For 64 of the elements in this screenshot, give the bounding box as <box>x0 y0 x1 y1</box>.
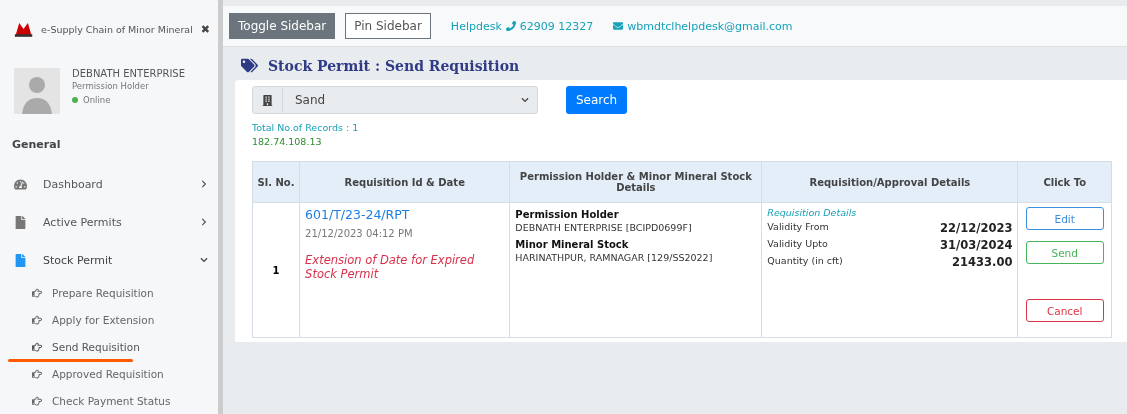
menu-item[interactable]: Stock Permit <box>0 241 218 279</box>
row-number: 1 <box>272 264 280 276</box>
submenu-item[interactable]: Approved Requisition <box>0 360 218 387</box>
status-text: Online <box>83 95 111 105</box>
hand-pointer-icon <box>32 287 42 298</box>
brand-title: e-Supply Chain of Minor Mineral <box>41 23 193 35</box>
close-icon[interactable]: ✖ <box>200 22 210 36</box>
ip-address: 182.74.108.13 <box>252 136 323 147</box>
detail-value: 22/12/2023 <box>940 221 1013 235</box>
phone-icon <box>505 21 516 31</box>
building-icon <box>262 94 273 106</box>
requisition-note: Extension of Date for Expired Stock Permit <box>305 253 476 281</box>
column-header: Permission Holder & Minor Mineral Stock Details <box>509 161 762 203</box>
hand-pointer-icon <box>32 341 42 352</box>
menu-item[interactable]: Active Permits <box>0 203 218 241</box>
pin-button[interactable]: Pin Sidebar <box>345 13 431 39</box>
detail-label: Validity Upto <box>767 238 828 251</box>
chevron-down-icon <box>521 96 529 104</box>
hand-pointer-icon <box>32 314 42 325</box>
records-count: Total No.of Records : 1 <box>252 122 360 133</box>
stock-label: Minor Mineral Stock <box>515 239 630 250</box>
tag-icon <box>241 57 258 74</box>
stock-value: HARINATHPUR, RAMNAGAR [129/SS2022] <box>515 252 714 263</box>
menu-item[interactable]: Dashboard <box>0 165 218 203</box>
helpdesk-label: Helpdesk <box>450 19 502 33</box>
submenu-item[interactable]: Send Requisition <box>0 333 218 360</box>
hand-pointer-icon <box>32 368 42 379</box>
user-role: Permission Holder <box>72 81 150 91</box>
detail-value: 21433.00 <box>952 255 1013 269</box>
detail-label: Quantity (in cft) <box>767 255 843 268</box>
user-name: DEBNATH ENTERPRISE <box>72 68 185 79</box>
chevron-right-icon <box>200 180 208 188</box>
column-header: Sl. No. <box>252 161 300 203</box>
column-header: Click To <box>1017 161 1112 203</box>
chevron-right-icon <box>200 218 208 226</box>
detail-label: Validity From <box>767 221 829 234</box>
column-header: Requisition/Approval Details <box>761 161 1018 203</box>
edit-button[interactable]: Edit <box>1025 207 1104 230</box>
chevron-down-icon <box>200 256 208 264</box>
page-title: Stock Permit : Send Requisition <box>268 57 520 74</box>
status-dot <box>72 97 78 103</box>
email-address: wbmdtclhelpdesk@gmail.com <box>627 19 793 33</box>
details-title: Requisition Details <box>767 207 858 218</box>
material-select[interactable]: Sand <box>252 86 538 114</box>
cancel-button[interactable]: Cancel <box>1025 299 1104 322</box>
requisition-date: 21/12/2023 04:12 PM <box>305 228 414 239</box>
holder-label: Permission Holder <box>515 209 620 220</box>
phone-number: 62909 12327 <box>519 19 594 33</box>
file-icon <box>14 215 27 229</box>
submenu-item[interactable]: Prepare Requisition <box>0 279 218 306</box>
holder-value: DEBNATH ENTERPRISE [BCIPD0699F] <box>515 222 693 233</box>
hand-pointer-icon <box>32 395 42 406</box>
column-header: Requisition Id & Date <box>299 161 510 203</box>
toggle-button[interactable]: Toggle Sidebar <box>229 13 336 39</box>
submenu-item[interactable]: Check Payment Status <box>0 387 218 414</box>
submenu-item[interactable]: Apply for Extension <box>0 306 218 333</box>
requisition-link[interactable]: 601/T/23-24/RPT <box>305 207 505 222</box>
search-button[interactable]: Search <box>566 86 628 114</box>
envelope-icon <box>613 21 624 31</box>
detail-value: 31/03/2024 <box>940 238 1013 252</box>
file-icon <box>14 253 27 267</box>
gauge-icon <box>14 177 27 191</box>
avatar-icon <box>14 68 60 114</box>
section-heading: General <box>11 137 62 153</box>
